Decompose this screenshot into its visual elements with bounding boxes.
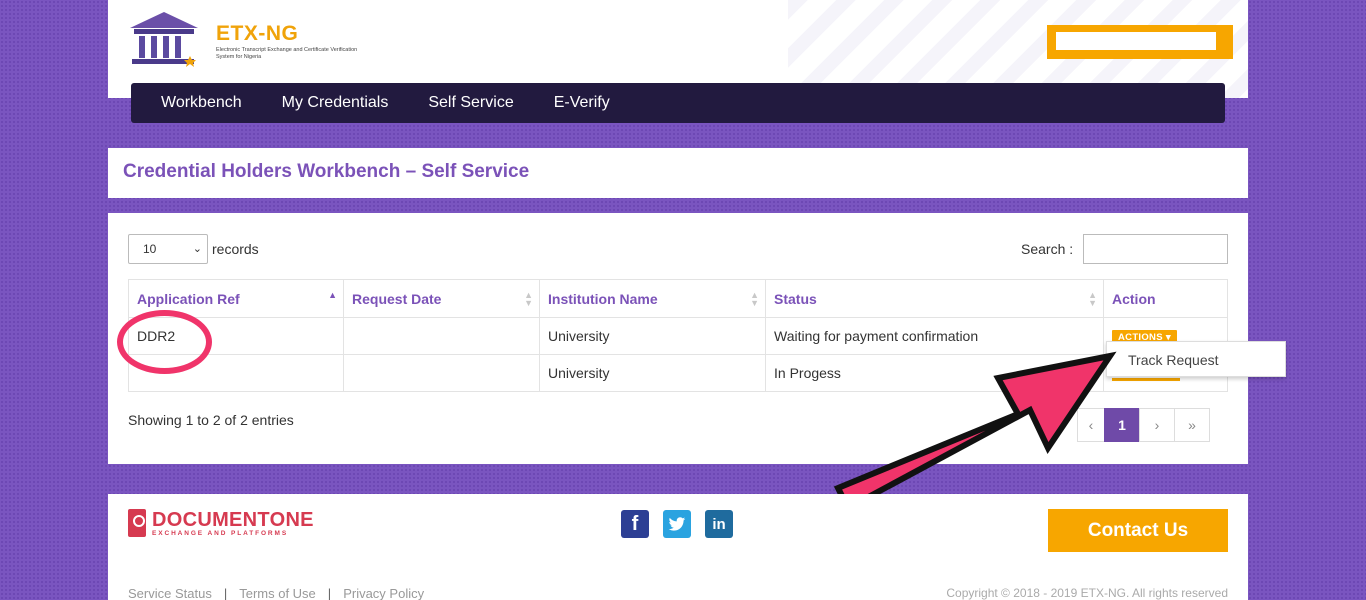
social-links: f in: [621, 510, 747, 538]
search-label: Search :: [1021, 241, 1074, 257]
track-request-menu-item[interactable]: Track Request: [1128, 352, 1219, 368]
site-footer: DOCUMENTONE EXCHANGE AND PLATFORMS f in …: [108, 494, 1248, 600]
footer-links: Service Status | Terms of Use | Privacy …: [128, 586, 424, 600]
main-navbar: Workbench My Credentials Self Service E-…: [131, 83, 1225, 123]
column-label: Action: [1112, 290, 1156, 307]
documentone-icon: [128, 509, 146, 537]
sort-icon: ▲ ▼: [750, 290, 759, 308]
next-page-button[interactable]: ›: [1139, 408, 1175, 442]
last-page-button[interactable]: »: [1174, 408, 1210, 442]
nav-e-verify[interactable]: E-Verify: [534, 94, 630, 112]
column-label: Institution Name: [548, 290, 658, 307]
privacy-policy-link[interactable]: Privacy Policy: [343, 586, 424, 600]
sort-icon: ▲ ▼: [1088, 290, 1097, 308]
entries-info: Showing 1 to 2 of 2 entries: [128, 412, 294, 428]
divider: |: [223, 586, 228, 600]
cell-request-date: [343, 354, 540, 392]
institution-icon: [130, 12, 198, 67]
etx-logo[interactable]: ETX-NG Electronic Transcript Exchange an…: [124, 10, 357, 70]
column-label: Request Date: [352, 290, 442, 307]
title-panel: Credential Holders Workbench – Self Serv…: [108, 148, 1248, 198]
brand-subtitle: EXCHANGE AND PLATFORMS: [152, 529, 289, 537]
column-header-status[interactable]: Status ▲ ▼: [765, 279, 1104, 318]
cell-institution-name: University: [539, 354, 766, 392]
service-status-link[interactable]: Service Status: [128, 586, 212, 600]
divider: |: [327, 586, 332, 600]
chevron-down-icon: ⌄: [192, 243, 202, 255]
nav-my-credentials[interactable]: My Credentials: [262, 94, 409, 112]
terms-of-use-link[interactable]: Terms of Use: [239, 586, 316, 600]
nav-workbench[interactable]: Workbench: [141, 94, 262, 112]
records-per-page-value: 10: [143, 242, 157, 256]
highlight-circle-annotation: [117, 310, 212, 374]
twitter-icon[interactable]: [663, 510, 691, 538]
documentone-logo[interactable]: DOCUMENTONE EXCHANGE AND PLATFORMS: [128, 509, 314, 537]
contact-us-button[interactable]: Contact Us: [1048, 509, 1228, 552]
logo-subtitle: Electronic Transcript Exchange and Certi…: [216, 47, 358, 60]
user-name-redacted: [1056, 32, 1216, 50]
cell-request-date: [343, 317, 540, 355]
column-label: Application Ref: [137, 290, 240, 307]
user-menu[interactable]: [1047, 25, 1233, 59]
column-header-request-date[interactable]: Request Date ▲ ▼: [343, 279, 540, 318]
sort-icon: ▲ ▼: [524, 290, 533, 308]
column-header-action: Action: [1103, 279, 1228, 318]
records-per-page-select[interactable]: 10 ⌄: [128, 234, 208, 264]
logo-title: ETX-NG: [216, 22, 299, 45]
column-header-institution-name[interactable]: Institution Name ▲ ▼: [539, 279, 766, 318]
page-title: Credential Holders Workbench – Self Serv…: [123, 161, 530, 182]
nav-self-service[interactable]: Self Service: [408, 94, 533, 112]
facebook-icon[interactable]: f: [621, 510, 649, 538]
linkedin-icon[interactable]: in: [705, 510, 733, 538]
search-input[interactable]: [1083, 234, 1228, 264]
records-label: records: [212, 241, 259, 257]
copyright-text: Copyright © 2018 - 2019 ETX-NG. All righ…: [946, 586, 1228, 600]
sort-asc-icon: ▲: [328, 290, 337, 300]
cell-institution-name: University: [539, 317, 766, 355]
column-label: Status: [774, 290, 817, 307]
brand-name: DOCUMENTONE: [152, 508, 314, 531]
actions-dropdown-menu: Track Request: [1106, 341, 1286, 377]
